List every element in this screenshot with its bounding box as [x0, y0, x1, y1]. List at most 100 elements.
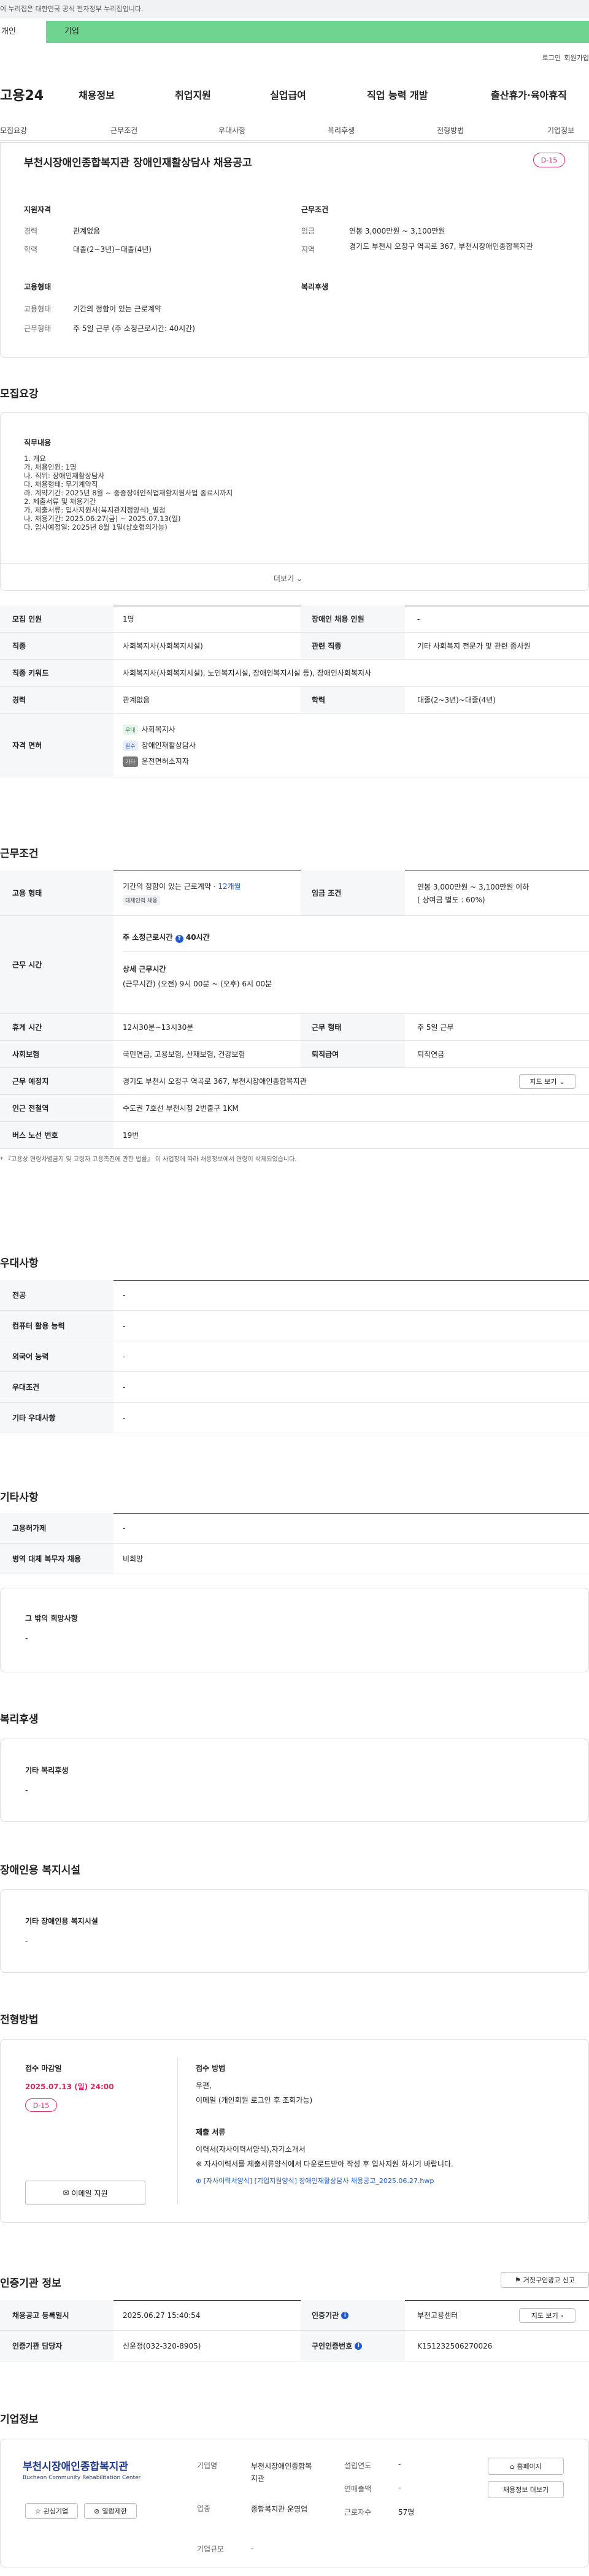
- headcount-row: 모집 인원 1명 장애인 채용 인원 -: [0, 606, 589, 633]
- tab-business[interactable]: 기업: [46, 21, 589, 43]
- tab-personal[interactable]: 개인: [0, 21, 46, 43]
- info-icon: ?: [175, 935, 183, 943]
- hope-value: -: [25, 1634, 28, 1642]
- cert-item: 우대 사회복지사: [123, 724, 175, 735]
- work-label: 근무형태: [24, 324, 52, 333]
- email-apply-button[interactable]: ✉ 이메일 지원: [25, 2181, 145, 2205]
- insurance-row: 사회보험 국민연금, 고용보험, 산재보험, 건강보험 퇴직급여 퇴직연금: [0, 1041, 589, 1068]
- menu-leave[interactable]: 출산휴가·육아휴직: [491, 87, 567, 102]
- deadline-heading: 접수 마감일: [25, 2064, 62, 2073]
- size-value: -: [251, 2544, 254, 2552]
- welfare-card-heading: 기타 복리후생: [25, 1766, 69, 1775]
- detail-hours-label: 상세 근무시간: [123, 965, 166, 974]
- job-title: 부천시장애인종합복지관 장애인재활상담사 채용공고: [24, 157, 252, 169]
- agency-heading: 인증기관 정보: [0, 2277, 61, 2290]
- map-button[interactable]: 지도 보기 ⌄: [519, 1074, 576, 1089]
- favorite-button[interactable]: ☆ 관심기업: [25, 2503, 78, 2519]
- join-link[interactable]: 회원가입: [564, 53, 589, 63]
- menu-support[interactable]: 취업지원: [175, 87, 211, 102]
- docs-line: ※ 자사이력서를 제출서류양식에서 다운로드받아 작성 후 입사지원 하시기 바…: [196, 2160, 453, 2168]
- emp-label: 고용형태: [24, 305, 52, 313]
- subnav-company[interactable]: 기업정보: [547, 125, 574, 135]
- welfare-section-heading: 복리후생: [0, 1713, 39, 1726]
- est-label: 설립연도: [344, 2461, 372, 2470]
- name-value: 부천시장애인종합복지관: [251, 2462, 312, 2483]
- sales-value: -: [398, 2483, 401, 2492]
- facility-heading: 장애인용 복지시설: [0, 1864, 81, 1877]
- cert-item: 필수 장애인재활상담사: [123, 740, 196, 751]
- company-logo: 부천시장애인종합복지관 Bucheon Community Rehabilita…: [23, 2461, 141, 2481]
- block-button[interactable]: ⊘ 열람제한: [84, 2503, 137, 2519]
- info-icon: i: [355, 2342, 363, 2350]
- emp-type-row: 고용 형태 기간의 정함이 있는 근로계약 · 12개월 대체인력 채용 임금 …: [0, 871, 589, 916]
- cond-section-heading: 근무조건: [0, 848, 39, 860]
- qual-heading: 지원자격: [24, 205, 52, 214]
- login-link[interactable]: 로그인: [542, 53, 561, 63]
- job-content-text: 1. 개요 가. 채용인원: 1명 나. 직위: 장애인재활상담사 다. 채용형태:…: [24, 454, 233, 532]
- subnav-preference[interactable]: 우대사항: [218, 125, 245, 135]
- etc-heading: 기타사항: [0, 1492, 39, 1504]
- company-heading: 기업정보: [0, 2414, 39, 2426]
- subnav-conditions[interactable]: 근무조건: [110, 125, 137, 135]
- agency-map-button[interactable]: 지도 보기 ›: [519, 2308, 576, 2323]
- area-label: 지역: [301, 245, 315, 254]
- edu-value: 대졸(2~3년)~대졸(4년): [73, 245, 152, 254]
- est-value: -: [398, 2460, 401, 2469]
- type-heading: 고용형태: [24, 283, 52, 291]
- file-icon: ⊕: [196, 2177, 202, 2185]
- pref-row: 외국어 능력 -: [0, 1341, 589, 1372]
- menu-benefit[interactable]: 실업급여: [270, 87, 306, 102]
- pref-heading: 우대사항: [0, 1257, 39, 1270]
- welfare-card-value: -: [25, 1786, 28, 1794]
- location-row: 근무 예정지 경기도 부천시 오정구 역곡로 367, 부천시장애인종합복지관 지…: [0, 1068, 589, 1095]
- report-button[interactable]: ⚑ 거짓구인광고 신고: [501, 2272, 589, 2288]
- job-content-card: 직무내용 1. 개요 가. 채용인원: 1명 나. 직위: 장애인재활상담사 다. …: [0, 412, 589, 591]
- block-icon: ⊘: [94, 2507, 100, 2515]
- subnav-welfare[interactable]: 복리후생: [328, 125, 355, 135]
- more-button[interactable]: 더보기 ⌄: [274, 573, 302, 584]
- work-value: 주 5일 근무 (주 소정근로시간: 40시간): [73, 324, 195, 333]
- mgr-row: 인증기관 담당자 신윤정(032-320-8905) 구인인증번호 i K1512…: [0, 2331, 589, 2361]
- pref-row: 컴퓨터 활용 능력 -: [0, 1311, 589, 1341]
- company-card: 부천시장애인종합복지관 Bucheon Community Rehabilita…: [0, 2439, 589, 2567]
- career-row: 경력 관계없음 학력 대졸(2~3년)~대졸(4년): [0, 687, 589, 714]
- facility-card-heading: 기타 장애인용 복지시설: [25, 1917, 98, 1926]
- pref-row: 우대조건 -: [0, 1372, 589, 1403]
- pref-row: 기타 우대사항 -: [0, 1403, 589, 1433]
- detail-hours-value: (근무시간) (오전) 9시 00분 ~ (오후) 6시 00분: [123, 980, 272, 988]
- size-label: 기업규모: [197, 2545, 225, 2553]
- how-heading: 접수 방법: [196, 2064, 226, 2073]
- etc-row: 고용허가제 -: [0, 1513, 589, 1544]
- facility-card-value: -: [25, 1937, 28, 1945]
- hope-card: 그 밖의 희망사항 -: [0, 1588, 589, 1672]
- hope-heading: 그 밖의 희망사항: [25, 1614, 78, 1623]
- star-icon: ☆: [34, 2507, 41, 2515]
- attachment-link[interactable]: ⊕ [자사이력서양식] [기업지원양식] 장애인재활상담사 채용공고_2025.…: [196, 2176, 434, 2185]
- employees-label: 근로자수: [344, 2508, 372, 2517]
- method-card: 접수 마감일 2025.07.13 (일) 24:00 D-15 ✉ 이메일 지원…: [0, 2039, 589, 2223]
- summary-card: 부천시장애인종합복지관 장애인재활상담사 채용공고 D-15 지원자격 경력 관…: [0, 142, 589, 358]
- docs-line: 이력서(자사이력서양식),자기소개서: [196, 2145, 306, 2154]
- pref-row: 전공 -: [0, 1280, 589, 1311]
- name-label: 기업명: [197, 2461, 218, 2470]
- more-jobs-button[interactable]: 채용정보 더보기: [488, 2481, 564, 2498]
- age-note: * 『고용상 연령차별금지 및 고령자 고용촉진에 관한 법률』 이 사업장에 …: [0, 1156, 297, 1163]
- home-icon: ⌂: [510, 2462, 515, 2471]
- bus-row: 버스 노선 번호 19번: [0, 1122, 589, 1149]
- method-heading: 전형방법: [0, 2014, 39, 2026]
- how-line: 이메일 (개인회원 로그인 후 조회가능): [196, 2096, 313, 2105]
- subnav-recruit[interactable]: 모집요강: [0, 125, 27, 135]
- menu-training[interactable]: 직업 능력 개발: [367, 87, 428, 102]
- site-logo[interactable]: 고용24: [0, 85, 44, 104]
- welfare-card: 기타 복리후생 -: [0, 1739, 589, 1822]
- recruit-heading: 모집요강: [0, 388, 39, 400]
- homepage-button[interactable]: ⌂ 홈페이지: [488, 2458, 564, 2475]
- global-nav: 고용24 채용정보 취업지원 실업급여 직업 능력 개발 출산휴가·육아휴직: [0, 81, 589, 110]
- menu-jobs[interactable]: 채용정보: [79, 87, 115, 102]
- job-content-heading: 직무내용: [24, 438, 52, 447]
- sales-label: 연매출액: [344, 2485, 372, 2493]
- subnav-method[interactable]: 전형방법: [437, 125, 464, 135]
- chevron-down-icon: ⌄: [559, 1077, 565, 1086]
- edu-label: 학력: [24, 245, 38, 254]
- rest-row: 휴게 시간 12시30분~13시30분 근무 형태 주 5일 근무: [0, 1014, 589, 1041]
